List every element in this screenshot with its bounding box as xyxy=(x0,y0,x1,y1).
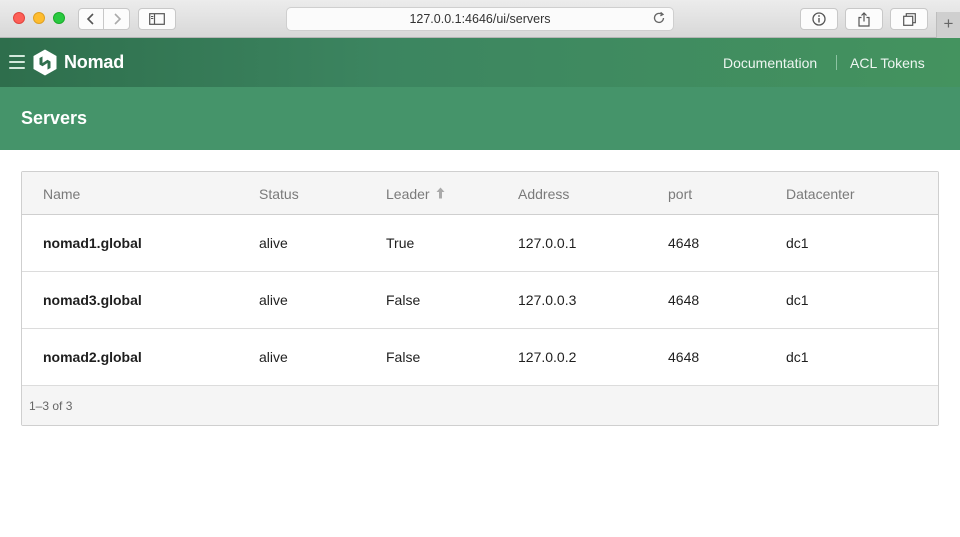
server-status: alive xyxy=(259,349,288,365)
menu-icon[interactable] xyxy=(9,55,25,70)
close-window-button[interactable] xyxy=(13,12,25,24)
acl-tokens-link[interactable]: ACL Tokens xyxy=(850,55,925,71)
table-row[interactable]: nomad2.global alive False 127.0.0.2 4648… xyxy=(22,329,938,386)
zoom-window-button[interactable] xyxy=(53,12,65,24)
server-status: alive xyxy=(259,235,288,251)
share-button[interactable] xyxy=(845,8,883,30)
back-button[interactable] xyxy=(78,8,104,30)
column-header-datacenter[interactable]: Datacenter xyxy=(786,186,854,202)
server-name: nomad3.global xyxy=(43,292,142,308)
server-leader: True xyxy=(386,235,415,251)
table-footer: 1–3 of 3 xyxy=(22,386,938,425)
global-header: Nomad Documentation ACL Tokens xyxy=(0,38,960,87)
column-header-status[interactable]: Status xyxy=(259,186,299,202)
new-tab-icon: + xyxy=(943,14,954,33)
server-address: 127.0.0.2 xyxy=(518,349,577,365)
reload-icon[interactable] xyxy=(652,11,666,25)
column-header-address[interactable]: Address xyxy=(518,186,569,202)
table-row[interactable]: nomad3.global alive False 127.0.0.3 4648… xyxy=(22,272,938,329)
table-row[interactable]: nomad1.global alive True 127.0.0.1 4648 … xyxy=(22,215,938,272)
sort-ascending-icon xyxy=(436,187,445,199)
table-header: Name Status Leader Address port Datacent… xyxy=(22,172,938,215)
minimize-window-button[interactable] xyxy=(33,12,45,24)
nomad-logo-icon[interactable] xyxy=(33,49,57,76)
server-leader: False xyxy=(386,292,421,308)
server-name: nomad2.global xyxy=(43,349,142,365)
page-header: Servers xyxy=(0,87,960,150)
server-datacenter: dc1 xyxy=(786,235,809,251)
sidebar-button[interactable] xyxy=(138,8,176,30)
pagination-summary: 1–3 of 3 xyxy=(29,399,73,413)
brand-name[interactable]: Nomad xyxy=(64,52,124,73)
server-address: 127.0.0.1 xyxy=(518,235,577,251)
info-button[interactable] xyxy=(800,8,838,30)
server-name: nomad1.global xyxy=(43,235,142,251)
server-port: 4648 xyxy=(668,235,700,251)
server-address: 127.0.0.3 xyxy=(518,292,577,308)
info-icon xyxy=(812,12,826,26)
server-port: 4648 xyxy=(668,292,700,308)
browser-toolbar: 127.0.0.1:4646/ui/servers + xyxy=(0,0,960,38)
sidebar-icon xyxy=(149,13,165,25)
server-port: 4648 xyxy=(668,349,700,365)
forward-button[interactable] xyxy=(104,8,130,30)
server-leader: False xyxy=(386,349,421,365)
forward-icon xyxy=(113,13,121,25)
address-bar[interactable]: 127.0.0.1:4646/ui/servers xyxy=(286,7,674,31)
documentation-link[interactable]: Documentation xyxy=(723,55,817,71)
column-header-name[interactable]: Name xyxy=(43,186,80,202)
back-icon xyxy=(86,13,94,25)
server-status: alive xyxy=(259,292,288,308)
new-tab-button[interactable]: + xyxy=(936,12,960,38)
server-datacenter: dc1 xyxy=(786,349,809,365)
servers-table: Name Status Leader Address port Datacent… xyxy=(21,171,939,426)
column-header-port[interactable]: port xyxy=(668,186,692,202)
tabs-icon xyxy=(902,12,916,26)
server-datacenter: dc1 xyxy=(786,292,809,308)
share-icon xyxy=(858,11,870,27)
column-header-leader[interactable]: Leader xyxy=(386,186,445,202)
address-bar-url: 127.0.0.1:4646/ui/servers xyxy=(409,12,551,26)
tabs-overview-button[interactable] xyxy=(890,8,928,30)
page-title: Servers xyxy=(21,108,88,128)
header-divider xyxy=(836,55,837,70)
